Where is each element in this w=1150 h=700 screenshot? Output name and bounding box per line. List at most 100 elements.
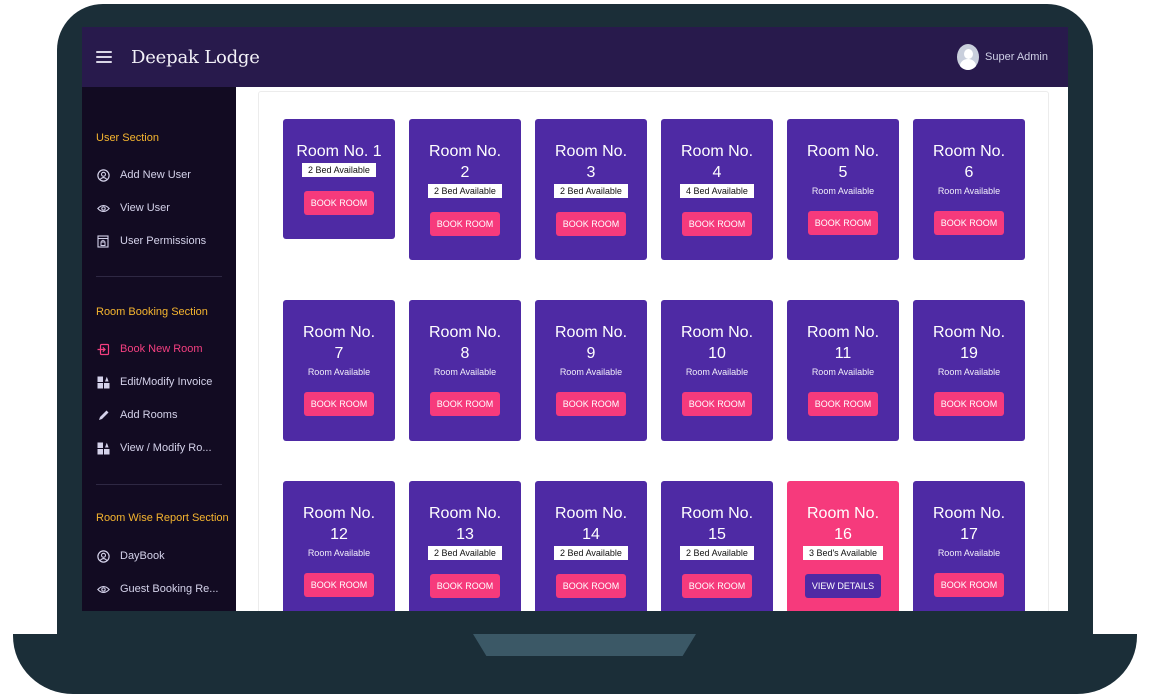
room-availability-text: Room Available [937, 548, 1001, 558]
sidebar-divider [96, 484, 222, 485]
sidebar-item-label: Add New User [120, 169, 191, 181]
room-card: Room No. 9 Room Available BOOK ROOM [535, 300, 647, 441]
room-card: Room No. 5 Room Available BOOK ROOM [787, 119, 899, 260]
bed-availability-badge: 3 Bed's Available [802, 546, 884, 560]
book-room-button[interactable]: BOOK ROOM [429, 574, 501, 598]
sidebar-item-add-rooms[interactable]: Add Rooms [96, 408, 177, 422]
pencil-icon [96, 408, 110, 422]
book-room-button[interactable]: BOOK ROOM [429, 392, 501, 416]
room-title: Room No. 6 [932, 143, 1006, 181]
book-room-button[interactable]: BOOK ROOM [681, 574, 753, 598]
room-card: Room No. 8 Room Available BOOK ROOM [409, 300, 521, 441]
room-title: Room No. 17 [932, 505, 1006, 543]
section-title-room-wise-report: Room Wise Report Section [96, 512, 229, 524]
sidebar-item-label: DayBook [120, 550, 165, 562]
bed-availability-badge: 2 Bed Available [302, 163, 376, 177]
sidebar-item-view-modify-rooms[interactable]: View / Modify Ro... [96, 441, 212, 455]
section-title-room-booking: Room Booking Section [96, 306, 208, 318]
user-menu[interactable]: Super Admin [957, 44, 1048, 70]
book-room-button[interactable]: BOOK ROOM [555, 212, 627, 236]
book-room-button[interactable]: BOOK ROOM [303, 392, 375, 416]
sidebar-item-label: Book New Room [120, 343, 203, 355]
room-card: Room No. 16 3 Bed's Available VIEW DETAILS [787, 481, 899, 611]
room-title: Room No. 7 [302, 324, 376, 362]
grid-edit-icon [96, 441, 110, 455]
room-title: Room No. 12 [302, 505, 376, 543]
room-title: Room No. 16 [806, 505, 880, 543]
bed-availability-badge: 2 Bed Available [428, 184, 502, 198]
book-room-button[interactable]: BOOK ROOM [807, 211, 879, 235]
room-card: Room No. 6 Room Available BOOK ROOM [913, 119, 1025, 260]
room-availability-text: Room Available [307, 367, 371, 377]
laptop-notch [473, 634, 696, 656]
sidebar-item-view-user[interactable]: View User [96, 201, 170, 215]
app-title: Deepak Lodge [131, 46, 260, 68]
room-title: Room No. 11 [806, 324, 880, 362]
sidebar-item-edit-modify-invoice[interactable]: Edit/Modify Invoice [96, 375, 212, 389]
bed-availability-badge: 2 Bed Available [554, 546, 628, 560]
bed-availability-badge: 2 Bed Available [680, 546, 754, 560]
room-title: Room No. 15 [680, 505, 754, 543]
sidebar-item-label: View / Modify Ro... [120, 442, 212, 454]
room-title: Room No. 19 [932, 324, 1006, 362]
room-card: Room No. 11 Room Available BOOK ROOM [787, 300, 899, 441]
room-card: Room No. 10 Room Available BOOK ROOM [661, 300, 773, 441]
room-title: Room No. 5 [806, 143, 880, 181]
sidebar-item-label: Edit/Modify Invoice [120, 376, 213, 388]
book-room-button[interactable]: BOOK ROOM [303, 573, 375, 597]
sidebar-item-label: User Permissions [120, 235, 207, 247]
room-title: Room No. 9 [554, 324, 628, 362]
room-card: Room No. 19 Room Available BOOK ROOM [913, 300, 1025, 441]
sidebar-item-book-new-room[interactable]: Book New Room [96, 342, 203, 356]
sidebar-item-daybook[interactable]: DayBook [96, 549, 165, 563]
sidebar-divider [96, 276, 222, 277]
sidebar-item-guest-booking-report[interactable]: Guest Booking Re... [96, 582, 218, 596]
sidebar-item-label: Guest Booking Re... [120, 583, 219, 595]
room-card: Room No. 1 2 Bed Available BOOK ROOM [283, 119, 395, 239]
room-card: Room No. 13 2 Bed Available BOOK ROOM [409, 481, 521, 611]
sidebar-item-label: View User [120, 202, 170, 214]
eye-icon [96, 201, 110, 215]
room-availability-text: Room Available [811, 186, 875, 196]
top-navbar: Deepak Lodge Super Admin [82, 27, 1068, 87]
book-room-button[interactable]: BOOK ROOM [429, 212, 501, 236]
book-room-button[interactable]: BOOK ROOM [555, 392, 627, 416]
app-screen: Deepak Lodge Super Admin User Section Ad… [82, 27, 1068, 611]
book-room-button[interactable]: BOOK ROOM [681, 392, 753, 416]
user-circle-icon [96, 168, 110, 182]
user-avatar-icon [957, 44, 980, 70]
book-room-button[interactable]: BOOK ROOM [681, 212, 753, 236]
login-door-icon [96, 342, 110, 356]
user-circle-icon [96, 549, 110, 563]
room-availability-text: Room Available [307, 548, 371, 558]
room-title: Room No. 3 [554, 143, 628, 181]
room-title: Room No. 8 [428, 324, 502, 362]
sidebar-item-user-permissions[interactable]: User Permissions [96, 234, 206, 248]
book-room-button[interactable]: BOOK ROOM [933, 211, 1005, 235]
room-title: Room No. 2 [428, 143, 502, 181]
book-room-button[interactable]: BOOK ROOM [807, 392, 879, 416]
sidebar-item-add-new-user[interactable]: Add New User [96, 168, 191, 182]
view-details-button[interactable]: VIEW DETAILS [804, 574, 882, 598]
book-room-button[interactable]: BOOK ROOM [933, 392, 1005, 416]
sidebar: User Section Add New User View User User… [82, 87, 236, 611]
room-availability-text: Room Available [433, 367, 497, 377]
bed-availability-badge: 2 Bed Available [428, 546, 502, 560]
grid-edit-icon [96, 375, 110, 389]
room-title: Room No. 4 [680, 143, 754, 181]
hamburger-icon[interactable] [96, 51, 112, 63]
book-room-button[interactable]: BOOK ROOM [303, 191, 375, 215]
room-card: Room No. 2 2 Bed Available BOOK ROOM [409, 119, 521, 260]
room-title: Room No. 13 [428, 505, 502, 543]
permission-icon [96, 234, 110, 248]
bed-availability-badge: 2 Bed Available [554, 184, 628, 198]
room-title: Room No. 1 [296, 143, 382, 160]
room-availability-text: Room Available [559, 367, 623, 377]
book-room-button[interactable]: BOOK ROOM [933, 573, 1005, 597]
user-name: Super Admin [985, 51, 1048, 63]
room-card: Room No. 17 Room Available BOOK ROOM [913, 481, 1025, 611]
sidebar-item-label: Add Rooms [120, 409, 178, 421]
room-availability-text: Room Available [937, 186, 1001, 196]
book-room-button[interactable]: BOOK ROOM [555, 574, 627, 598]
room-availability-text: Room Available [937, 367, 1001, 377]
